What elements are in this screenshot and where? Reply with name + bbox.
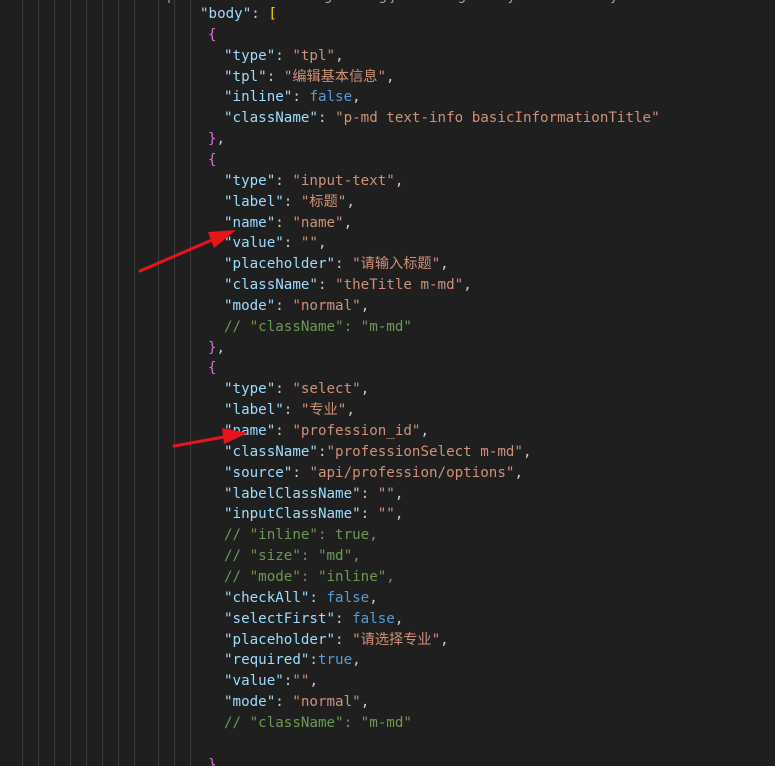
code-editor[interactable]: react›src›index›components›CraftKnowledg… (0, 0, 775, 766)
annotation-arrows (138, 230, 248, 448)
red-arrow-annotation (138, 230, 236, 273)
red-arrow-annotation (172, 428, 248, 448)
